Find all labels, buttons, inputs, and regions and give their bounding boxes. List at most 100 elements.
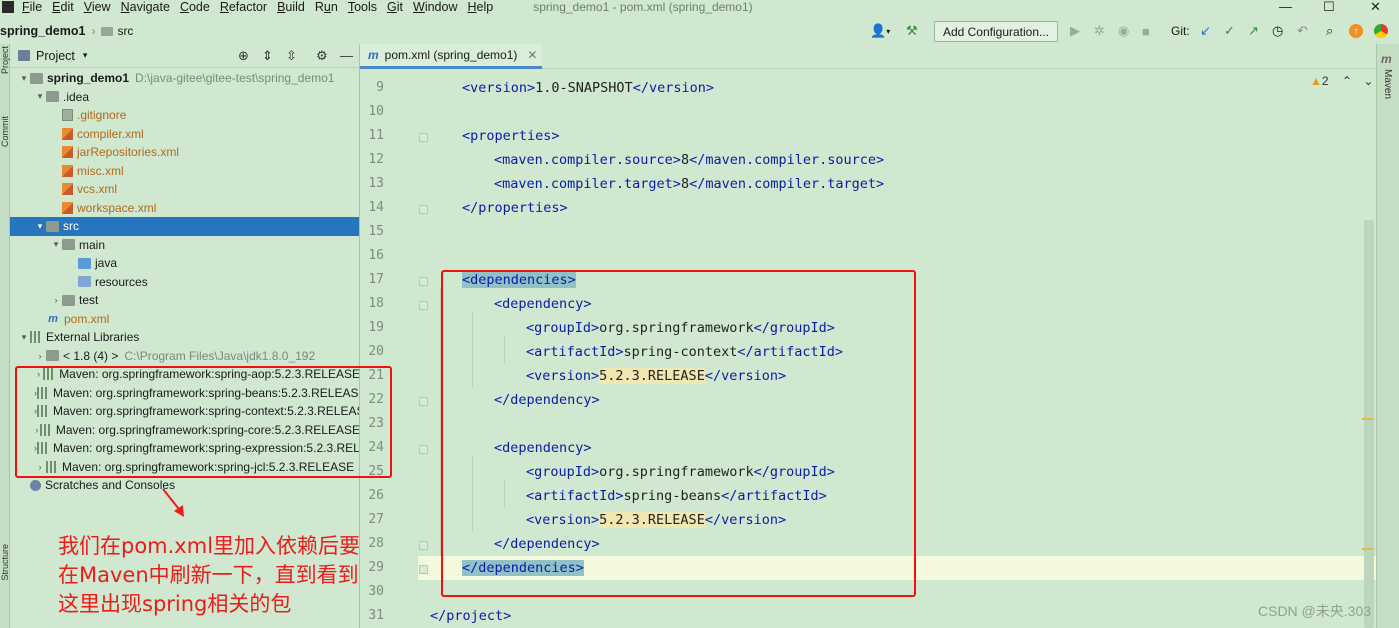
hide-panel-icon[interactable]: — — [340, 48, 353, 63]
expand-arrow-icon[interactable]: › — [50, 295, 62, 305]
menu-item[interactable]: Help — [467, 0, 493, 14]
minimize-button[interactable]: — — [1279, 0, 1292, 14]
update-icon[interactable]: ↑ — [1349, 24, 1363, 38]
tree-item-test[interactable]: › test — [10, 291, 359, 310]
inspection-widget[interactable]: ▲2 ⌃ ⌄ — [1310, 74, 1373, 88]
menu-item[interactable]: Tools — [348, 0, 377, 14]
menu-item[interactable]: Run — [315, 0, 338, 14]
git-push-icon[interactable]: ↗ — [1248, 21, 1259, 41]
maximize-button[interactable]: ☐ — [1323, 0, 1335, 14]
next-highlight-icon[interactable]: ⌄ — [1363, 74, 1373, 88]
expand-arrow-icon[interactable]: › — [34, 462, 46, 472]
tab-pom-xml[interactable]: m pom.xml (spring_demo1) ✕ — [360, 44, 542, 69]
add-configuration-button[interactable]: Add Configuration... — [934, 21, 1058, 42]
lib-icon — [39, 423, 52, 436]
code-line: </dependencies> — [462, 556, 584, 580]
menu-item[interactable]: Refactor — [220, 0, 267, 14]
menu-item[interactable]: Window — [413, 0, 457, 14]
menu-item[interactable]: File — [22, 0, 42, 14]
lib-icon — [37, 442, 49, 455]
tree-item-vcs[interactable]: vcs.xml — [10, 180, 359, 199]
indent-guide — [504, 336, 505, 364]
menu-item[interactable]: Git — [387, 0, 403, 14]
expand-arrow-icon[interactable]: ▾ — [18, 332, 30, 343]
prev-highlight-icon[interactable]: ⌃ — [1342, 74, 1352, 88]
menu-item[interactable]: Code — [180, 0, 210, 14]
editor-scrollbar[interactable] — [1364, 220, 1374, 628]
user-icon[interactable]: 👤 ▾ — [870, 21, 890, 41]
expand-arrow-icon[interactable]: ▾ — [34, 221, 46, 232]
expand-arrow-icon[interactable]: › — [34, 351, 46, 361]
maven-tool-tab[interactable]: Maven — [1382, 69, 1393, 99]
expand-arrow-icon[interactable]: ▾ — [18, 73, 30, 84]
xml-value: org.springframework — [599, 464, 754, 480]
code-line: <dependency> — [494, 292, 592, 316]
project-tool-tab[interactable]: Project — [0, 46, 10, 74]
tree-item-context[interactable]: › Maven: org.springframework:spring-conte… — [10, 402, 359, 421]
tree-item-java[interactable]: java — [10, 254, 359, 273]
breadcrumb-folder[interactable]: src — [117, 24, 133, 38]
stop-icon[interactable]: ■ — [1142, 21, 1150, 41]
xml-tag: <version> — [526, 368, 600, 384]
tree-item-core[interactable]: › Maven: org.springframework:spring-core:… — [10, 421, 359, 440]
tree-item-pom[interactable]: m pom.xml — [10, 310, 359, 329]
locate-icon[interactable]: ⊕ — [238, 48, 249, 64]
warning-count: 2 — [1321, 74, 1329, 88]
tree-item-beans[interactable]: › Maven: org.springframework:spring-beans… — [10, 384, 359, 403]
tree-item-gitignore[interactable]: .gitignore — [10, 106, 359, 125]
tree-item-src[interactable]: ▾ src — [10, 217, 359, 236]
tree-item-idea[interactable]: ▾ .idea — [10, 88, 359, 107]
tree-item-misc[interactable]: misc.xml — [10, 162, 359, 181]
tree-item-aop[interactable]: › Maven: org.springframework:spring-aop:5… — [10, 365, 359, 384]
xml-tag: </dependency> — [494, 392, 600, 408]
structure-tool-tab[interactable]: Structure — [0, 544, 10, 581]
tree-item-resources[interactable]: resources — [10, 273, 359, 292]
sc-icon — [30, 479, 41, 491]
menu-item[interactable]: Build — [277, 0, 305, 14]
breadcrumb-project[interactable]: spring_demo1 — [0, 24, 85, 38]
debug-icon[interactable]: ✲ — [1094, 21, 1105, 41]
code-editor[interactable]: <version>1.0-SNAPSHOT</version> <properti… — [418, 70, 1376, 628]
tree-item-compiler[interactable]: compiler.xml — [10, 125, 359, 144]
menu-item[interactable]: Edit — [52, 0, 74, 14]
chevron-down-icon[interactable]: ▾ — [83, 50, 88, 61]
run-icon[interactable]: ▶ — [1070, 21, 1080, 41]
build-hammer-icon[interactable]: ⚒ — [906, 21, 918, 41]
tree-item-path: D:\java-gitee\gitee-test\spring_demo1 — [135, 71, 335, 86]
menu-item[interactable]: View — [84, 0, 111, 14]
tree-item-root[interactable]: ▾ spring_demo1 D:\java-gitee\gitee-test\sp… — [10, 69, 359, 88]
tree-item-label: External Libraries — [46, 330, 140, 345]
tree-item-jarrepo[interactable]: jarRepositories.xml — [10, 143, 359, 162]
rollback-icon[interactable]: ↶ — [1297, 21, 1308, 41]
tree-item-jcl[interactable]: › Maven: org.springframework:spring-jcl:5… — [10, 458, 359, 477]
fold-icon — [30, 72, 43, 84]
git-commit-icon[interactable]: ✓ — [1224, 21, 1235, 41]
line-number: 11 — [368, 128, 384, 143]
history-icon[interactable]: ◷ — [1272, 21, 1283, 41]
code-line: </dependency> — [494, 532, 600, 556]
expand-arrow-icon[interactable]: ▾ — [34, 91, 46, 102]
menu-item[interactable]: Navigate — [121, 0, 170, 14]
close-icon[interactable]: ✕ — [527, 48, 537, 62]
collapse-all-icon[interactable]: ⇳ — [286, 48, 297, 64]
expand-arrow-icon[interactable]: › — [34, 369, 43, 379]
tree-item-jdk[interactable]: › < 1.8 (4) > C:\Program Files\Java\jdk1.8… — [10, 347, 359, 366]
tree-item-main[interactable]: ▾ main — [10, 236, 359, 255]
commit-tool-tab[interactable]: Commit — [0, 116, 10, 147]
expand-arrow-icon[interactable]: ▾ — [50, 239, 62, 250]
tree-item-workspace[interactable]: workspace.xml — [10, 199, 359, 218]
expand-all-icon[interactable]: ⇕ — [262, 48, 273, 64]
project-panel-title[interactable]: Project — [36, 49, 75, 63]
tree-item-expression[interactable]: › Maven: org.springframework:spring-expre… — [10, 439, 359, 458]
search-icon[interactable]: ⌕ — [1326, 21, 1333, 41]
tree-item-label: jarRepositories.xml — [77, 145, 180, 160]
xml-value: 8 — [680, 152, 690, 168]
tree-item-extlib[interactable]: ▾ External Libraries — [10, 328, 359, 347]
close-button[interactable]: ✕ — [1370, 0, 1381, 14]
xml-tag: <version> — [526, 512, 600, 528]
git-update-icon[interactable]: ↙ — [1200, 21, 1211, 41]
gear-icon[interactable]: ⚙ — [316, 48, 328, 64]
tree-item-label: test — [79, 293, 99, 308]
coverage-icon[interactable]: ◉ — [1118, 21, 1129, 41]
browser-icon[interactable] — [1374, 24, 1388, 38]
